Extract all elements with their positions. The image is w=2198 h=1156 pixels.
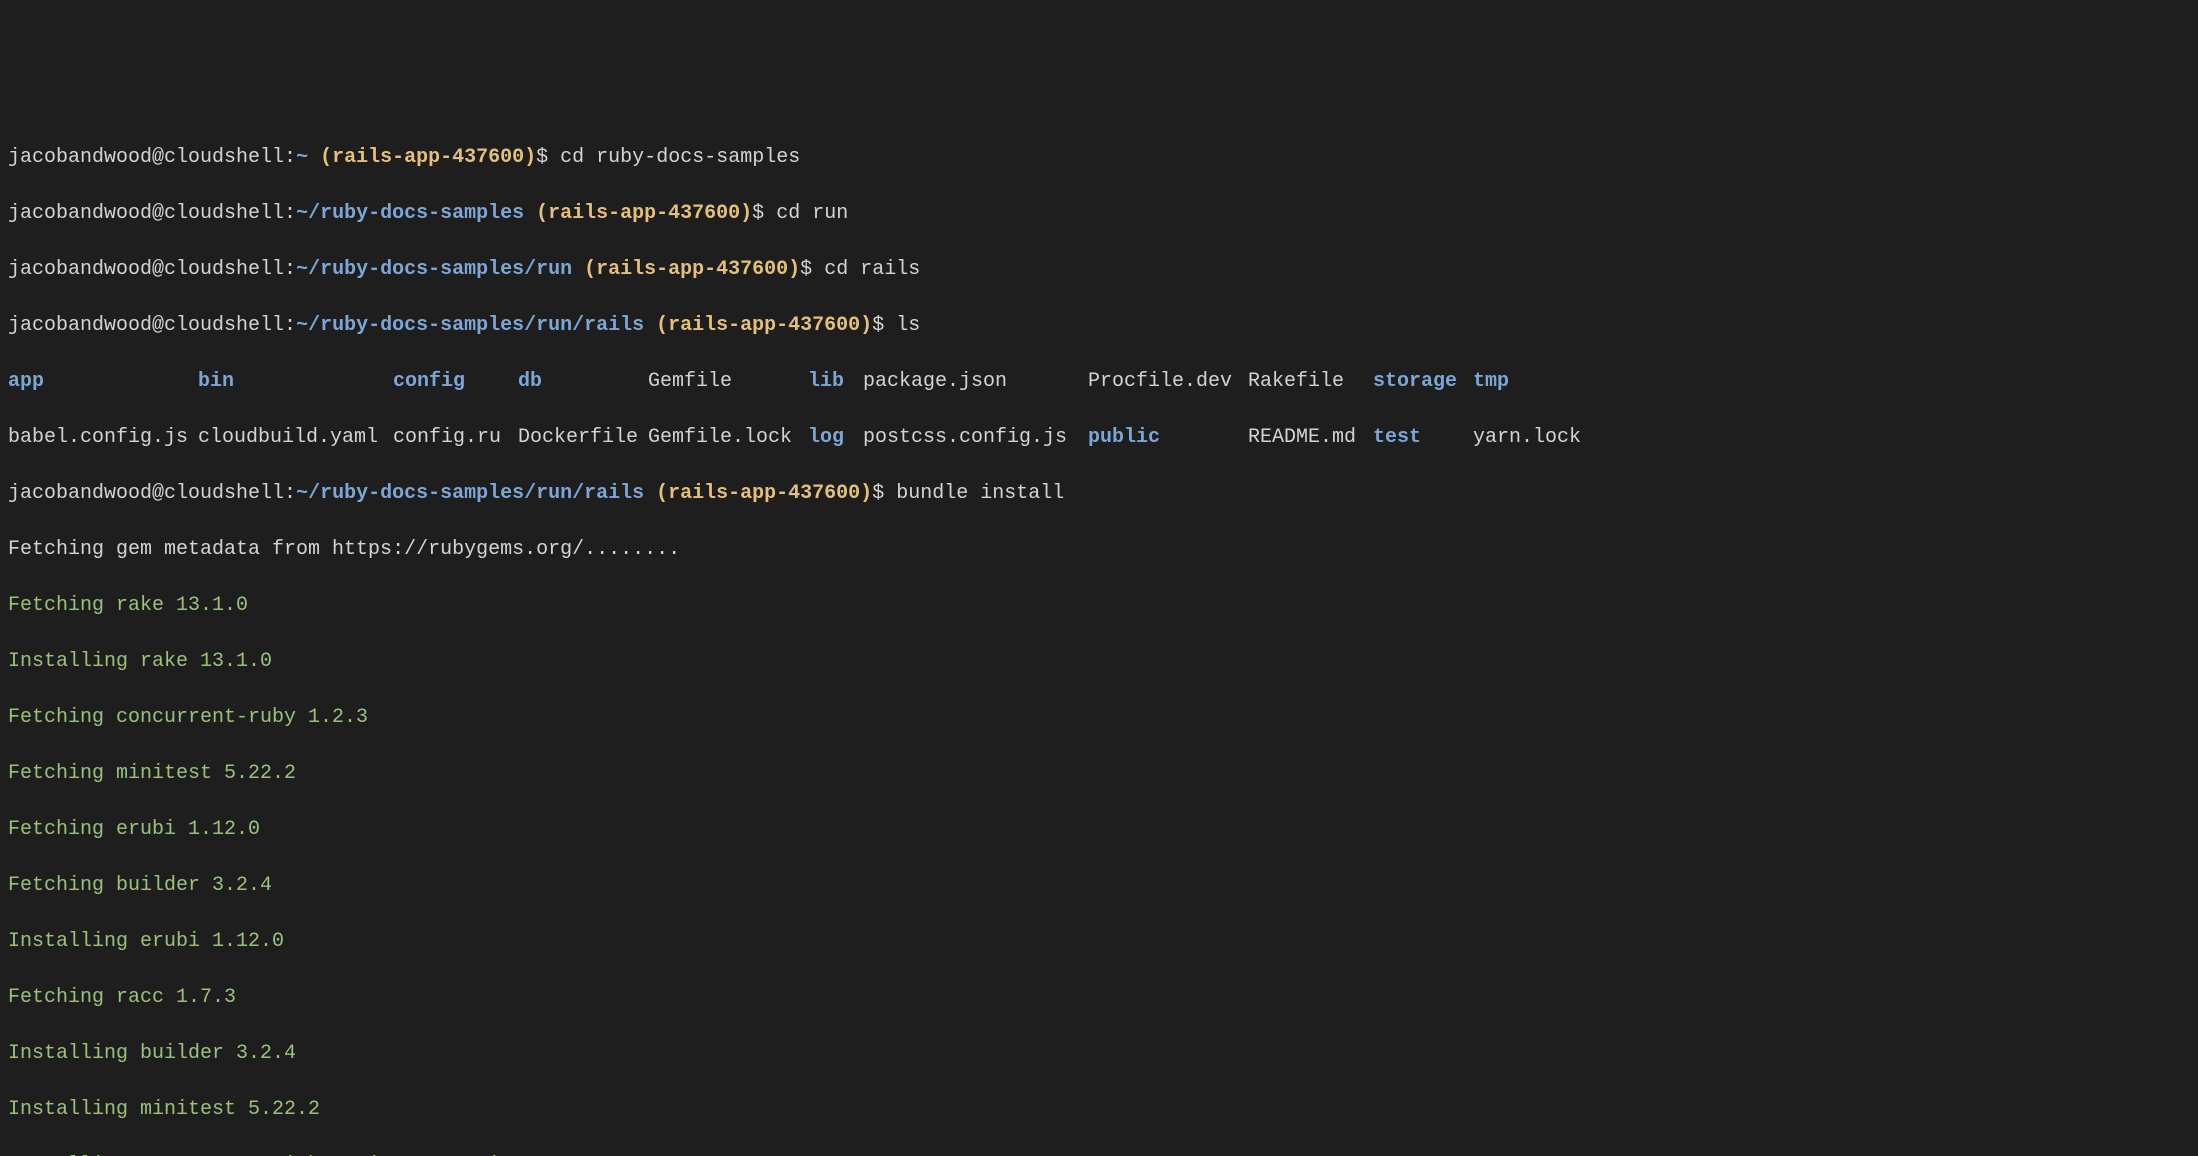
prompt-line-3: jacobandwood@cloudshell:~/ruby-docs-samp… <box>8 256 2190 284</box>
bundle-output-line: Fetching erubi 1.12.0 <box>8 816 2190 844</box>
ls-item-dir: test <box>1373 424 1473 452</box>
bundle-output-line: Installing erubi 1.12.0 <box>8 928 2190 956</box>
cwd-path: ~/ruby-docs-samples/run/rails <box>296 482 644 505</box>
bundle-output-line: Installing minitest 5.22.2 <box>8 1096 2190 1124</box>
bundle-output-line: Installing racc 1.7.3 with native extens… <box>8 1152 2190 1156</box>
bundle-output-line: Fetching racc 1.7.3 <box>8 984 2190 1012</box>
ls-item-file: babel.config.js <box>8 424 198 452</box>
ls-item-file: README.md <box>1248 424 1373 452</box>
ls-item-file: postcss.config.js <box>863 424 1088 452</box>
project-id: (rails-app-437600) <box>584 258 800 281</box>
cwd-path: ~ <box>296 146 308 169</box>
bundle-output-line: Fetching concurrent-ruby 1.2.3 <box>8 704 2190 732</box>
bundle-output-line: Fetching builder 3.2.4 <box>8 872 2190 900</box>
prompt-line-5: jacobandwood@cloudshell:~/ruby-docs-samp… <box>8 480 2190 508</box>
ls-output-row-2: babel.config.jscloudbuild.yamlconfig.ruD… <box>8 424 2190 452</box>
project-id: (rails-app-437600) <box>656 314 872 337</box>
ls-item-file: Procfile.dev <box>1088 368 1248 396</box>
cwd-path: ~/ruby-docs-samples/run <box>296 258 572 281</box>
ls-item-file: cloudbuild.yaml <box>198 424 393 452</box>
bundle-output-line: Fetching minitest 5.22.2 <box>8 760 2190 788</box>
ls-item-file: Rakefile <box>1248 368 1373 396</box>
ls-item-file: yarn.lock <box>1473 424 1533 452</box>
ls-item-dir: app <box>8 368 198 396</box>
ls-item-dir: lib <box>808 368 863 396</box>
project-id: (rails-app-437600) <box>656 482 872 505</box>
command-text: cd ruby-docs-samples <box>560 146 800 169</box>
ls-item-dir: db <box>518 368 648 396</box>
bundle-output-line: Installing rake 13.1.0 <box>8 648 2190 676</box>
user-host: jacobandwood@cloudshell <box>8 146 284 169</box>
prompt-line-4: jacobandwood@cloudshell:~/ruby-docs-samp… <box>8 312 2190 340</box>
ls-item-dir: public <box>1088 424 1248 452</box>
ls-item-dir: storage <box>1373 368 1473 396</box>
ls-item-file: Dockerfile <box>518 424 648 452</box>
project-id: (rails-app-437600) <box>320 146 536 169</box>
command-text: ls <box>896 314 920 337</box>
prompt-line-2: jacobandwood@cloudshell:~/ruby-docs-samp… <box>8 200 2190 228</box>
bundle-output-line: Installing builder 3.2.4 <box>8 1040 2190 1068</box>
user-host: jacobandwood@cloudshell <box>8 258 284 281</box>
ls-item-dir: log <box>808 424 863 452</box>
cwd-path: ~/ruby-docs-samples/run/rails <box>296 314 644 337</box>
ls-item-file: Gemfile.lock <box>648 424 808 452</box>
user-host: jacobandwood@cloudshell <box>8 202 284 225</box>
command-text: cd rails <box>824 258 920 281</box>
cwd-path: ~/ruby-docs-samples <box>296 202 524 225</box>
ls-item-dir: config <box>393 368 518 396</box>
ls-item-dir: tmp <box>1473 368 1533 396</box>
command-text: bundle install <box>896 482 1064 505</box>
ls-output-row-1: appbinconfigdbGemfilelibpackage.jsonProc… <box>8 368 2190 396</box>
user-host: jacobandwood@cloudshell <box>8 482 284 505</box>
ls-item-file: package.json <box>863 368 1088 396</box>
project-id: (rails-app-437600) <box>536 202 752 225</box>
terminal-output[interactable]: jacobandwood@cloudshell:~ (rails-app-437… <box>8 116 2190 1156</box>
ls-item-dir: bin <box>198 368 393 396</box>
command-text: cd run <box>776 202 848 225</box>
ls-item-file: config.ru <box>393 424 518 452</box>
user-host: jacobandwood@cloudshell <box>8 314 284 337</box>
bundle-output-line: Fetching rake 13.1.0 <box>8 592 2190 620</box>
ls-item-file: Gemfile <box>648 368 808 396</box>
bundle-output-line: Fetching gem metadata from https://rubyg… <box>8 536 2190 564</box>
prompt-line-1: jacobandwood@cloudshell:~ (rails-app-437… <box>8 144 2190 172</box>
